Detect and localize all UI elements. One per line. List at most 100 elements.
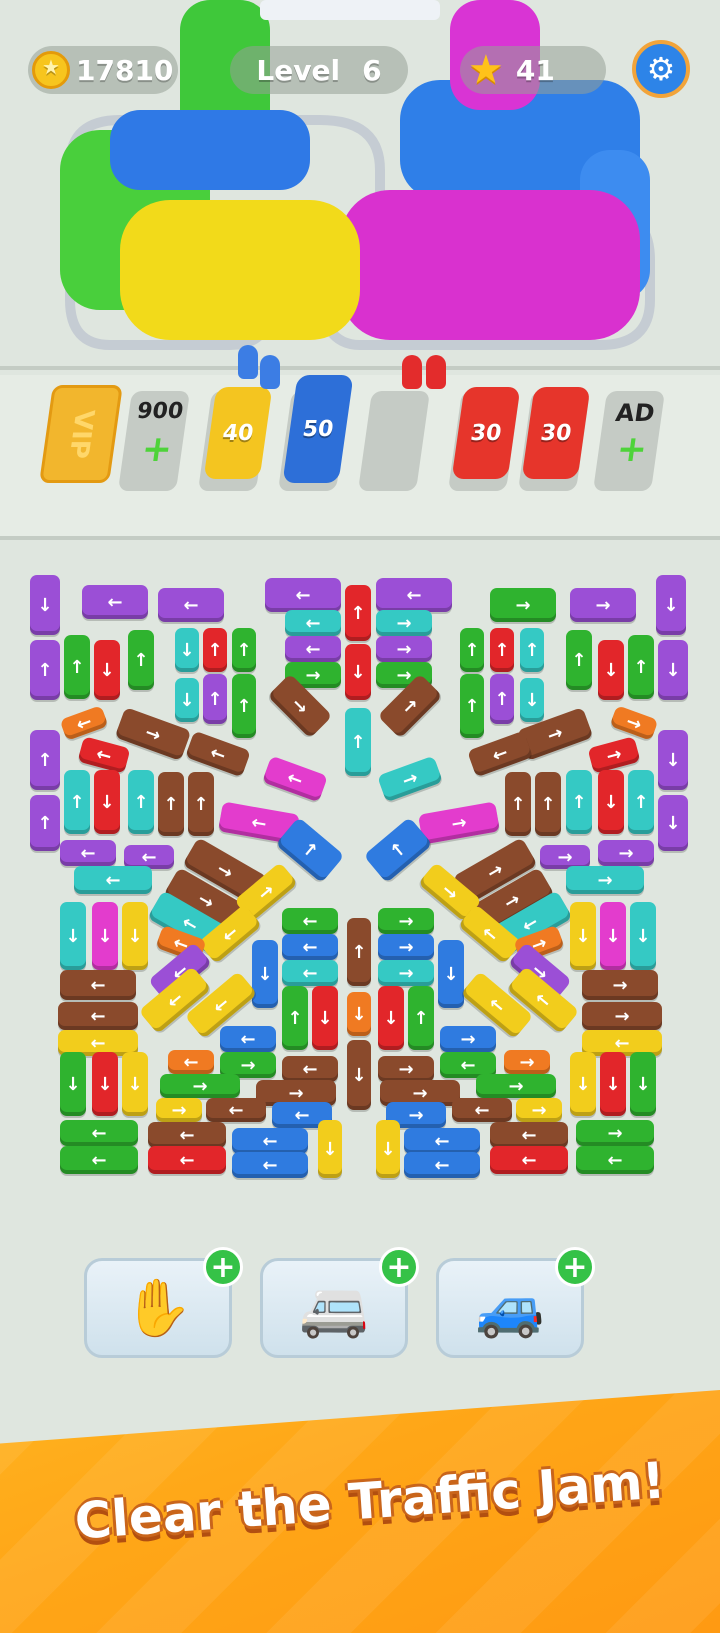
booster-van[interactable]: 🚐 + xyxy=(260,1247,419,1358)
vehicle[interactable]: → xyxy=(378,908,434,934)
vehicle[interactable]: ← xyxy=(490,1146,568,1174)
vehicle[interactable]: ↓ xyxy=(658,795,688,851)
vehicle[interactable]: ↓ xyxy=(570,1052,596,1116)
vehicle[interactable]: ↓ xyxy=(94,770,120,834)
vehicle[interactable]: ↑ xyxy=(460,674,484,738)
vehicle[interactable]: ← xyxy=(77,736,131,774)
vehicle[interactable]: ← xyxy=(232,1128,308,1154)
slot-car-2[interactable]: 50 xyxy=(282,375,354,483)
vehicle[interactable]: ↑ xyxy=(408,986,434,1050)
vehicle[interactable]: → xyxy=(417,801,501,845)
vehicle[interactable]: → xyxy=(566,866,644,894)
vehicle[interactable]: ↓ xyxy=(598,640,624,700)
vehicle[interactable]: ↓ xyxy=(92,902,118,970)
slot-car-3[interactable]: 30 xyxy=(451,387,521,479)
vehicle[interactable]: ↓ xyxy=(94,640,120,700)
vehicle[interactable]: → xyxy=(609,705,659,741)
vehicle[interactable]: ↓ xyxy=(347,1040,371,1110)
vehicle[interactable]: ↑ xyxy=(628,770,654,834)
settings-button[interactable]: ⚙ xyxy=(632,40,690,98)
vehicle[interactable]: ↓ xyxy=(656,575,686,635)
vehicle[interactable]: ↓ xyxy=(347,992,371,1036)
vehicle[interactable]: ↓ xyxy=(600,1052,626,1116)
vehicle[interactable]: → xyxy=(378,960,434,986)
vehicle[interactable]: → xyxy=(476,1074,556,1098)
vehicle[interactable]: ↑ xyxy=(282,986,308,1050)
vehicle[interactable]: ↑ xyxy=(566,770,592,834)
vehicle[interactable]: ↓ xyxy=(630,902,656,970)
vehicle[interactable]: ↓ xyxy=(658,640,688,700)
vehicle[interactable]: ← xyxy=(376,578,452,612)
vehicle[interactable]: → xyxy=(504,1050,550,1074)
vehicle[interactable]: ↓ xyxy=(630,1052,656,1116)
vehicle[interactable]: ↑ xyxy=(30,640,60,700)
vehicle[interactable]: ↑ xyxy=(505,772,531,836)
vehicle[interactable]: ← xyxy=(285,636,341,662)
vehicle[interactable]: ↓ xyxy=(252,940,278,1008)
vehicle[interactable]: ↓ xyxy=(438,940,464,1008)
vehicle[interactable]: ← xyxy=(220,1026,276,1052)
vehicle[interactable]: ← xyxy=(60,1146,138,1174)
vehicle[interactable]: → xyxy=(378,934,434,960)
vehicle[interactable]: ↓ xyxy=(658,730,688,790)
vehicle[interactable]: ← xyxy=(452,1098,512,1122)
vehicle[interactable]: ↑ xyxy=(128,770,154,834)
vehicle[interactable]: ↓ xyxy=(312,986,338,1050)
vehicle[interactable]: → xyxy=(598,840,654,866)
vehicle[interactable]: ↑ xyxy=(30,795,60,851)
vehicle[interactable]: ← xyxy=(60,1120,138,1146)
vehicle[interactable]: ← xyxy=(490,1122,568,1148)
vehicle[interactable]: ↓ xyxy=(570,902,596,970)
vehicle[interactable]: ← xyxy=(265,578,341,612)
vehicle[interactable]: ← xyxy=(282,908,338,934)
vehicle[interactable]: ↑ xyxy=(64,635,90,699)
vehicle[interactable]: ↓ xyxy=(122,1052,148,1116)
add-booster-button[interactable]: + xyxy=(555,1247,595,1287)
vehicle[interactable]: ← xyxy=(74,866,152,894)
vehicle[interactable]: → xyxy=(160,1074,240,1098)
vehicle[interactable]: ↑ xyxy=(490,674,514,724)
vehicle[interactable]: ← xyxy=(148,1122,226,1148)
vehicle[interactable]: ↓ xyxy=(122,902,148,970)
vehicle[interactable]: ↑ xyxy=(64,770,90,834)
vehicle[interactable]: ← xyxy=(60,840,116,866)
vehicle[interactable]: → xyxy=(587,736,641,774)
vehicle[interactable]: ← xyxy=(404,1128,480,1154)
vehicle[interactable]: ↓ xyxy=(378,986,404,1050)
vehicle[interactable]: ↓ xyxy=(345,644,371,700)
vehicle[interactable]: → xyxy=(156,1098,202,1122)
slot-car-1[interactable]: 40 xyxy=(203,387,273,479)
vehicle[interactable]: ↓ xyxy=(598,770,624,834)
vehicle[interactable]: → xyxy=(490,588,556,622)
vehicle[interactable]: ↑ xyxy=(188,772,214,836)
vehicle[interactable]: ↑ xyxy=(628,635,654,699)
locked-slot-coins[interactable]: 900 + xyxy=(117,391,191,491)
vehicle[interactable]: ← xyxy=(206,1098,266,1122)
vehicle[interactable]: ← xyxy=(282,960,338,986)
vehicle[interactable]: ← xyxy=(285,610,341,636)
vehicle[interactable]: ↑ xyxy=(345,708,371,776)
vehicle[interactable]: ↑ xyxy=(535,772,561,836)
vehicle[interactable]: ↓ xyxy=(175,628,199,672)
vehicle[interactable]: ← xyxy=(158,588,224,622)
vehicle[interactable]: ↑ xyxy=(566,630,592,690)
vehicle[interactable]: ↑ xyxy=(232,628,256,672)
add-booster-button[interactable]: + xyxy=(203,1247,243,1287)
booster-claw[interactable]: ✋ + xyxy=(84,1247,243,1358)
vehicle[interactable]: ↑ xyxy=(30,730,60,790)
vehicle[interactable]: ↑ xyxy=(347,918,371,986)
slot-car-4[interactable]: 30 xyxy=(521,387,591,479)
vehicle[interactable]: ↓ xyxy=(600,902,626,970)
add-booster-button[interactable]: + xyxy=(379,1247,419,1287)
vehicle[interactable]: ← xyxy=(576,1146,654,1174)
vehicle[interactable]: ↓ xyxy=(30,575,60,635)
vehicle[interactable]: → xyxy=(582,1002,662,1030)
vehicle[interactable]: ↑ xyxy=(232,674,256,738)
vehicle[interactable]: ← xyxy=(262,755,328,803)
vehicle[interactable]: ← xyxy=(168,1050,214,1074)
vehicle[interactable]: ↑ xyxy=(345,585,371,641)
vehicle[interactable]: → xyxy=(570,588,636,622)
booster-paint[interactable]: 🚙 + xyxy=(436,1247,595,1358)
vehicle[interactable]: ↓ xyxy=(60,1052,86,1116)
vehicle[interactable]: ← xyxy=(148,1146,226,1174)
